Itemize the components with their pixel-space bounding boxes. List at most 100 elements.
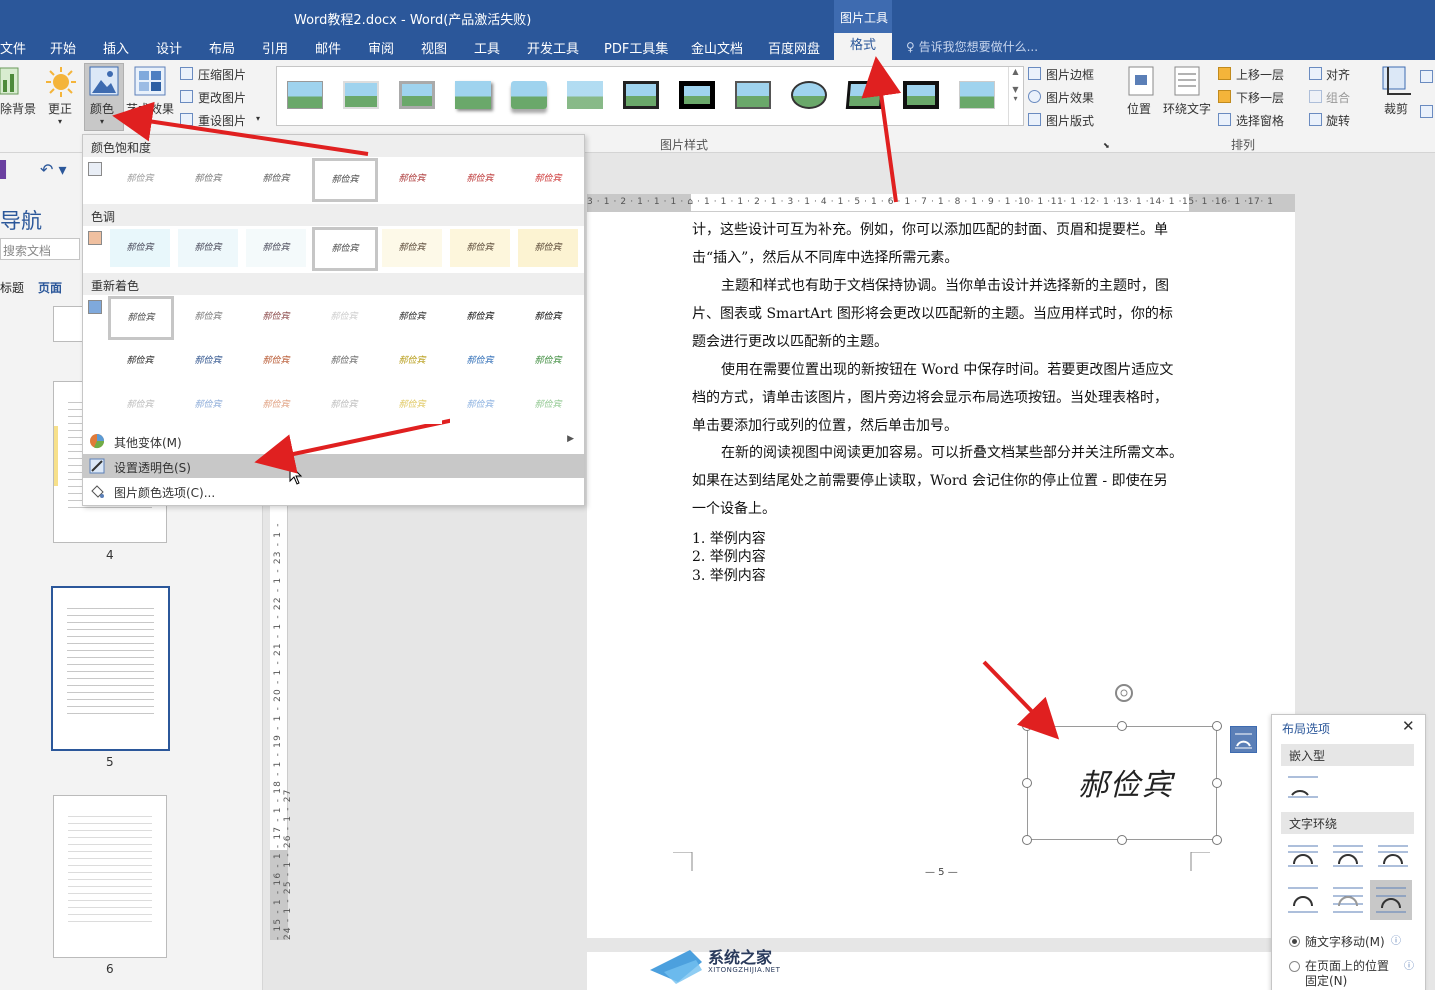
rotate-handle-icon[interactable] xyxy=(1112,681,1136,705)
paragraph[interactable]: 计，这些设计可互为补充。例如，你可以添加匹配的封面、页眉和提要栏。单 击“插入”… xyxy=(692,216,1202,272)
color-variant-swatch[interactable]: 郝俭宾 xyxy=(110,342,170,380)
resize-handle[interactable] xyxy=(1212,778,1222,788)
color-variant-swatch[interactable]: 郝俭宾 xyxy=(382,386,442,424)
nav-search-input[interactable]: 搜索文档 xyxy=(0,238,80,260)
top-bottom-wrap-icon[interactable] xyxy=(1286,882,1320,916)
dialog-launcher-icon[interactable]: ⬊ xyxy=(1103,141,1110,150)
inline-wrap-icon[interactable] xyxy=(1286,771,1320,805)
resize-handle[interactable] xyxy=(1022,835,1032,845)
tab-baidu-netdisk[interactable]: 百度网盘 xyxy=(768,38,820,57)
page-thumbnail-selected[interactable] xyxy=(51,586,170,751)
picture-style-option[interactable] xyxy=(843,77,887,113)
tab-format[interactable]: 格式 xyxy=(834,33,892,60)
position-button[interactable]: 位置 xyxy=(1127,100,1151,117)
group-button[interactable]: 组合 xyxy=(1326,89,1350,106)
resize-handle[interactable] xyxy=(1212,721,1222,731)
tell-me-search[interactable]: ♀ 告诉我您想要做什么... xyxy=(906,38,1038,55)
tab-kingsoft-docs[interactable]: 金山文档 xyxy=(691,38,743,57)
picture-style-option[interactable] xyxy=(451,77,495,113)
set-transparent-color-menu-item[interactable]: 设置透明色(S) xyxy=(83,454,584,478)
wrap-text-button[interactable]: 环绕文字 xyxy=(1163,100,1211,117)
tab-tools[interactable]: 工具 xyxy=(474,38,500,57)
remove-background-button[interactable]: 除背景 xyxy=(0,100,36,117)
resize-handle[interactable] xyxy=(1212,835,1222,845)
color-variant-swatch[interactable]: 郝俭宾 xyxy=(518,298,578,336)
behind-text-icon[interactable] xyxy=(1331,882,1365,916)
close-icon[interactable]: ✕ xyxy=(1402,717,1415,735)
artistic-effects-button[interactable]: 艺术效果 xyxy=(126,100,174,117)
vertical-ruler[interactable]: - 15 - 1 - 16 - 1 - 17 - 1 - 18 - 1 - 19… xyxy=(270,505,293,940)
paragraph[interactable]: 在新的阅读视图中阅读更加容易。可以折叠文档某些部分并关注所需文本。 如果在达到结… xyxy=(692,439,1202,523)
tab-home[interactable]: 开始 xyxy=(50,38,76,57)
picture-style-option[interactable] xyxy=(675,77,719,113)
paragraph[interactable]: 使用在需要位置出现的新按钮在 Word 中保存时间。若要更改图片适应文 档的方式… xyxy=(692,356,1202,440)
color-variant-swatch[interactable]: 郝俭宾 xyxy=(312,227,378,271)
paragraph[interactable]: 主题和样式也有助于文档保持协调。当你单击设计并选择新的主题时，图 片、图表或 S… xyxy=(692,272,1202,356)
tight-wrap-icon[interactable] xyxy=(1331,840,1365,874)
picture-style-option[interactable] xyxy=(955,77,999,113)
horizontal-ruler[interactable]: 3 · 1 · 2 · 1 · 1 · 1 · ⌂ · 1 · 1 · 1 · … xyxy=(587,194,1295,212)
color-variant-swatch[interactable]: 郝俭宾 xyxy=(178,342,238,380)
color-variant-swatch[interactable]: 郝俭宾 xyxy=(312,158,378,202)
color-variant-swatch[interactable]: 郝俭宾 xyxy=(178,229,238,267)
layout-options-button[interactable] xyxy=(1230,726,1257,753)
nav-tab-headings[interactable]: 标题 xyxy=(0,279,24,296)
tab-pdf-tools[interactable]: PDF工具集 xyxy=(604,38,668,57)
picture-style-option[interactable] xyxy=(339,77,383,113)
info-icon[interactable]: ⓘ xyxy=(1404,957,1414,972)
picture-effects-button[interactable]: 图片效果 xyxy=(1046,89,1094,106)
resize-handle[interactable] xyxy=(1022,778,1032,788)
send-backward-button[interactable]: 下移一层 xyxy=(1236,89,1284,106)
color-variant-swatch[interactable]: 郝俭宾 xyxy=(110,160,170,198)
page-thumbnail[interactable] xyxy=(53,795,167,958)
move-with-text-radio[interactable] xyxy=(1289,936,1300,947)
color-variant-swatch[interactable]: 郝俭宾 xyxy=(246,298,306,336)
color-variant-swatch[interactable]: 郝俭宾 xyxy=(246,229,306,267)
color-variant-swatch[interactable]: 郝俭宾 xyxy=(450,298,510,336)
color-variant-swatch[interactable]: 郝俭宾 xyxy=(246,160,306,198)
picture-layout-button[interactable]: 图片版式 xyxy=(1046,112,1094,129)
color-variant-swatch[interactable]: 郝俭宾 xyxy=(314,342,374,380)
picture-border-button[interactable]: 图片边框 xyxy=(1046,66,1094,83)
tab-design[interactable]: 设计 xyxy=(156,38,182,57)
color-variant-swatch[interactable]: 郝俭宾 xyxy=(382,229,442,267)
color-variant-swatch[interactable]: 郝俭宾 xyxy=(246,342,306,380)
bring-forward-button[interactable]: 上移一层 xyxy=(1236,66,1284,83)
gallery-scroll[interactable]: ▲ ▼ ▾ xyxy=(1008,67,1022,125)
color-variant-swatch[interactable]: 郝俭宾 xyxy=(314,386,374,424)
color-variant-swatch[interactable]: 郝俭宾 xyxy=(450,229,510,267)
picture-style-option[interactable] xyxy=(899,77,943,113)
color-variant-swatch[interactable]: 郝俭宾 xyxy=(382,298,442,336)
picture-color-options-menu-item[interactable]: 图片颜色选项(C)... xyxy=(83,479,584,503)
tab-file[interactable]: 文件 xyxy=(0,38,26,57)
crop-button[interactable]: 裁剪 xyxy=(1384,100,1408,117)
fix-position-radio[interactable] xyxy=(1289,961,1300,972)
picture-style-option[interactable] xyxy=(395,77,439,113)
rotate-button[interactable]: 旋转 xyxy=(1326,112,1350,129)
color-variant-swatch[interactable]: 郝俭宾 xyxy=(518,386,578,424)
color-variant-swatch[interactable]: 郝俭宾 xyxy=(518,229,578,267)
tab-developer[interactable]: 开发工具 xyxy=(527,38,579,57)
color-variant-swatch[interactable]: 郝俭宾 xyxy=(518,342,578,380)
color-variant-swatch[interactable]: 郝俭宾 xyxy=(110,229,170,267)
resize-handle[interactable] xyxy=(1022,721,1032,731)
undo-icon[interactable]: ↶ ▾ xyxy=(40,160,67,179)
color-variant-swatch[interactable]: 郝俭宾 xyxy=(314,298,374,336)
color-variant-swatch[interactable]: 郝俭宾 xyxy=(178,298,238,336)
picture-style-option[interactable] xyxy=(563,77,607,113)
color-variant-swatch[interactable]: 郝俭宾 xyxy=(246,386,306,424)
selection-pane-button[interactable]: 选择窗格 xyxy=(1236,112,1284,129)
tab-view[interactable]: 视图 xyxy=(421,38,447,57)
color-variant-swatch[interactable]: 郝俭宾 xyxy=(450,160,510,198)
picture-style-option[interactable] xyxy=(787,77,831,113)
picture-style-option[interactable] xyxy=(507,77,551,113)
through-wrap-icon[interactable] xyxy=(1376,840,1410,874)
info-icon[interactable]: ⓘ xyxy=(1391,932,1401,947)
picture-style-option[interactable] xyxy=(731,77,775,113)
list-item[interactable]: 2. 举例内容 xyxy=(692,546,766,566)
square-wrap-icon[interactable] xyxy=(1286,840,1320,874)
picture-style-option[interactable] xyxy=(283,77,327,113)
color-variant-swatch[interactable]: 郝俭宾 xyxy=(110,386,170,424)
list-item[interactable]: 1. 举例内容 xyxy=(692,528,766,548)
picture-style-option[interactable] xyxy=(619,77,663,113)
